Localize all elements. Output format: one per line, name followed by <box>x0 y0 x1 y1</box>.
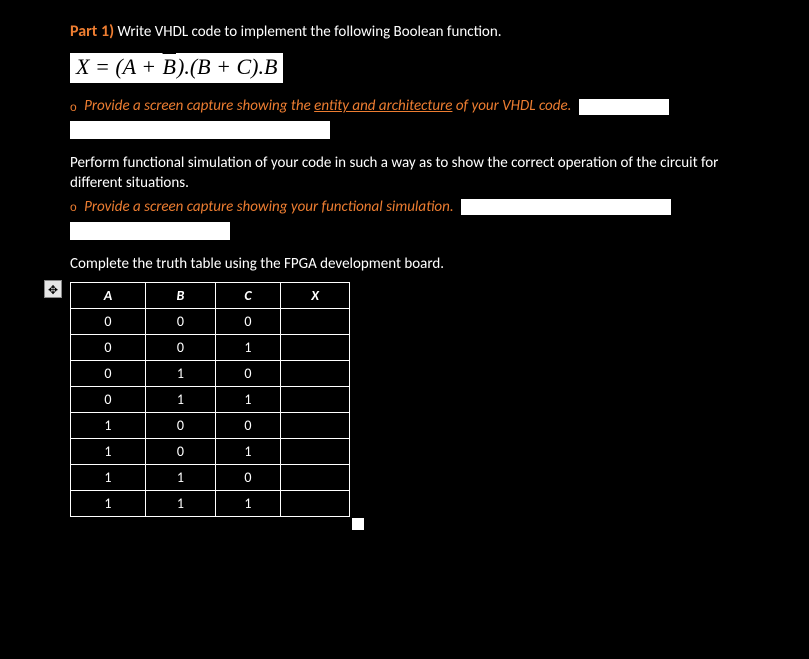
instr1-pre: Provide a screen capture showing the <box>84 97 314 115</box>
table-row: 110 <box>71 464 350 490</box>
cell <box>281 464 350 490</box>
cell: 1 <box>71 438 146 464</box>
bullet-icon: o <box>70 100 77 114</box>
table-row: 000 <box>71 308 350 334</box>
resize-handle-icon[interactable] <box>352 518 364 530</box>
cell: 0 <box>145 308 215 334</box>
cell: 0 <box>215 308 280 334</box>
eq-close1: ). <box>177 54 190 79</box>
eq-close2: ). <box>251 54 264 79</box>
cell <box>281 412 350 438</box>
cell <box>281 334 350 360</box>
document-page: Part 1) Write VHDL code to implement the… <box>0 0 809 517</box>
truth-table: A B C X 000 001 010 011 100 101 110 111 <box>70 282 350 517</box>
table-row: 011 <box>71 386 350 412</box>
col-C: C <box>215 282 280 308</box>
table-row: 100 <box>71 412 350 438</box>
eq-plus1: + <box>136 54 162 79</box>
cell: 0 <box>215 412 280 438</box>
instruction-1: o Provide a screen capture showing the e… <box>70 97 739 139</box>
part-label: Part 1) <box>70 22 114 41</box>
cell: 1 <box>215 386 280 412</box>
cell: 1 <box>71 490 146 516</box>
cell <box>281 490 350 516</box>
cell <box>281 360 350 386</box>
eq-lhs: X <box>76 54 89 79</box>
table-row: 101 <box>71 438 350 464</box>
table-body: 000 001 010 011 100 101 110 111 <box>71 308 350 516</box>
cell: 1 <box>215 334 280 360</box>
eq-C: C <box>236 54 251 79</box>
instr1-post: of your VHDL code. <box>452 97 571 115</box>
cell: 1 <box>145 464 215 490</box>
redacted-block <box>461 199 671 215</box>
cell: 0 <box>71 334 146 360</box>
body-text-2: Complete the truth table using the FPGA … <box>70 254 739 274</box>
part-text: Write VHDL code to implement the followi… <box>117 23 501 41</box>
eq-Bend: B <box>264 54 277 79</box>
instruction-2: o Provide a screen capture showing your … <box>70 198 739 240</box>
boolean-equation: X = (A + B).(B + C).B <box>70 53 283 83</box>
move-handle-icon[interactable]: ✥ <box>44 280 62 298</box>
cell <box>281 308 350 334</box>
cell: 1 <box>215 438 280 464</box>
table-header-row: A B C X <box>71 282 350 308</box>
col-A: A <box>71 282 146 308</box>
cell: 0 <box>215 464 280 490</box>
cell: 0 <box>145 438 215 464</box>
cell: 0 <box>71 386 146 412</box>
redacted-block <box>579 99 669 115</box>
col-B: B <box>145 282 215 308</box>
cell: 1 <box>71 464 146 490</box>
table-row: 111 <box>71 490 350 516</box>
cell: 1 <box>145 490 215 516</box>
cell <box>281 438 350 464</box>
cell: 0 <box>71 308 146 334</box>
cell: 1 <box>145 360 215 386</box>
body-text-1: Perform functional simulation of your co… <box>70 153 739 194</box>
redacted-block <box>70 222 230 240</box>
redacted-block <box>70 121 330 139</box>
eq-plus2: + <box>211 54 237 79</box>
bullet-icon: o <box>70 200 77 214</box>
eq-open1: ( <box>115 54 122 79</box>
instr2-text: Provide a screen capture showing your fu… <box>84 198 454 216</box>
col-X: X <box>281 282 350 308</box>
cell: 0 <box>215 360 280 386</box>
table-row: 001 <box>71 334 350 360</box>
cell: 1 <box>145 386 215 412</box>
cell: 0 <box>145 334 215 360</box>
eq-eq: = <box>89 54 115 79</box>
instr1-underline: entity and architecture <box>314 97 452 115</box>
eq-A: A <box>123 54 136 79</box>
truth-table-wrap: ✥ A B C X 000 001 010 011 100 101 110 11… <box>70 282 739 517</box>
cell: 1 <box>71 412 146 438</box>
table-row: 010 <box>71 360 350 386</box>
cell: 1 <box>215 490 280 516</box>
part-heading-line: Part 1) Write VHDL code to implement the… <box>70 22 739 41</box>
cell <box>281 386 350 412</box>
cell: 0 <box>145 412 215 438</box>
cell: 0 <box>71 360 146 386</box>
eq-B: B <box>197 54 210 79</box>
eq-Bbar: B <box>162 55 177 79</box>
